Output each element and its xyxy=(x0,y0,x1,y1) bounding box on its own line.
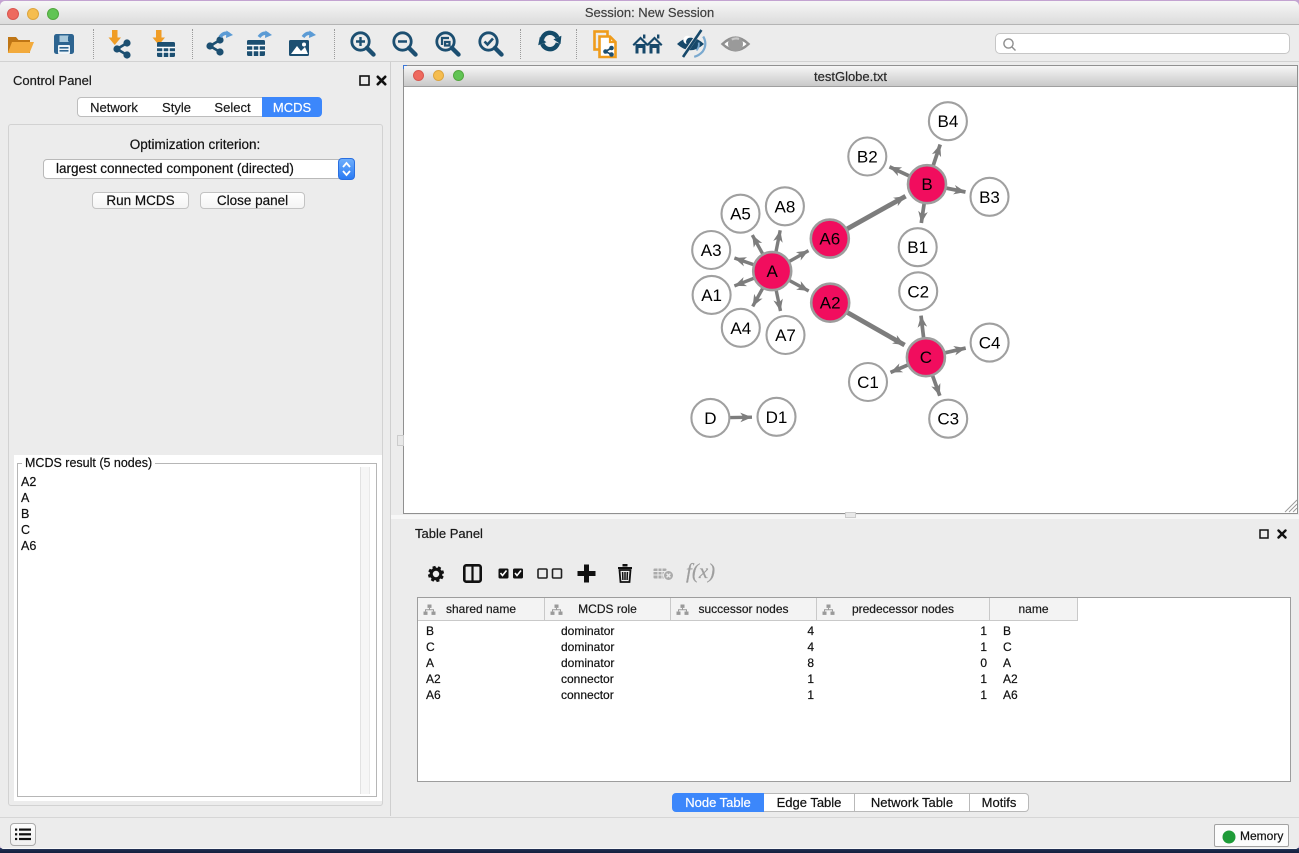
svg-text:A2: A2 xyxy=(820,294,841,313)
svg-text:C1: C1 xyxy=(857,373,879,392)
svg-text:D1: D1 xyxy=(766,408,788,427)
svg-text:B3: B3 xyxy=(979,188,1000,207)
svg-text:C: C xyxy=(920,348,932,367)
svg-text:C4: C4 xyxy=(979,334,1001,353)
svg-text:A8: A8 xyxy=(775,197,796,216)
svg-text:C3: C3 xyxy=(937,410,959,429)
svg-text:B2: B2 xyxy=(857,148,878,167)
svg-text:A5: A5 xyxy=(730,205,751,224)
svg-text:A3: A3 xyxy=(701,241,722,260)
svg-text:A4: A4 xyxy=(730,319,751,338)
svg-text:B1: B1 xyxy=(907,238,928,257)
svg-text:D: D xyxy=(704,409,716,428)
svg-text:C2: C2 xyxy=(907,282,929,301)
svg-text:B: B xyxy=(921,175,932,194)
svg-text:A7: A7 xyxy=(775,326,796,345)
svg-text:B4: B4 xyxy=(938,112,959,131)
svg-text:A1: A1 xyxy=(701,286,722,305)
svg-text:A: A xyxy=(767,262,779,281)
svg-text:A6: A6 xyxy=(819,230,840,249)
